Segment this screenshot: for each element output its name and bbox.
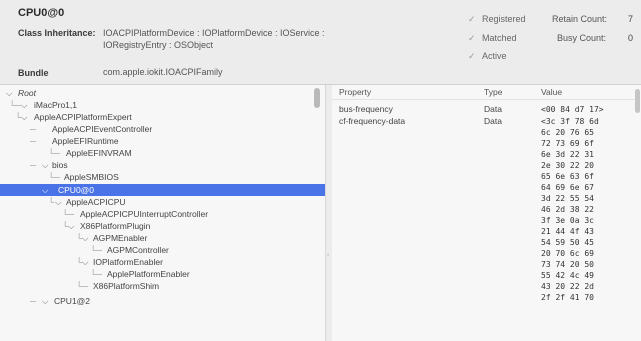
hex-line: 43 20 22 2d [541,282,594,291]
properties-scrollbar[interactable] [635,89,640,113]
page-title: CPU0@0 [18,7,65,19]
property-type: Data [484,116,502,126]
class-inheritance-value-2: IORegistryEntry : OSObject [103,40,214,50]
hex-line: 20 70 6c 69 [541,249,594,258]
property-type: Data [484,104,502,114]
disclosure-open-icon[interactable]: ⌵ [82,232,88,244]
status-matched: ✓ Matched [468,33,517,43]
hex-line: 6e 3d 22 31 [541,150,594,159]
column-header-property[interactable]: Property [339,87,371,97]
busy-count-label: Busy Count: [557,33,607,43]
busy-count-value: 0 [628,33,634,43]
tree-row[interactable]: └ ⌵ AGPMEnabler [0,232,325,244]
tree-row[interactable]: └ ⌵ X86PlatformPlugin [0,220,325,232]
status-registered: ✓ Registered [468,14,526,24]
disclosure-open-icon[interactable]: ⌵ [42,159,48,171]
tree-row-selected[interactable]: ⌵ CPU0@0 [0,184,325,196]
tree-row[interactable]: └─ X86PlatformShim [0,280,325,292]
column-header-type[interactable]: Type [484,87,502,97]
disclosure-open-icon[interactable]: ⌵ [21,99,27,111]
tree-row[interactable]: └ ⌵ IOPlatformEnabler [0,256,325,268]
retain-count-label: Retain Count: [552,14,608,24]
tree-row[interactable]: ─ AppleACPIEventController [0,123,325,135]
header-panel: CPU0@0 Class Inheritance: IOACPIPlatform… [0,0,641,85]
tree-row[interactable]: └─ AppleEFINVRAM [0,147,325,159]
hex-line: 72 73 69 6f [541,139,594,148]
property-name[interactable]: cf-frequency-data [339,116,405,126]
tree-row[interactable]: └ ⌵ AppleACPICPU [0,196,325,208]
tree-row[interactable]: └─ AppleSMBIOS [0,171,325,183]
status-active: ✓ Active [468,51,507,61]
class-inheritance-value-1: IOACPIPlatformDevice : IOPlatformDevice … [103,28,325,38]
header-divider [332,99,637,100]
disclosure-open-icon[interactable]: ⌵ [82,256,88,268]
tree-row[interactable]: ─ AppleEFIRuntime [0,135,325,147]
tree-row[interactable]: ─ ⌵ bios [0,159,325,171]
hex-line: 6c 20 76 65 [541,128,594,137]
hex-line: 46 2d 38 22 [541,205,594,214]
disclosure-open-icon[interactable]: ⌵ [6,87,12,99]
check-icon: ✓ [468,33,476,43]
resize-grip-icon: • [327,253,330,259]
hex-line: 65 6e 63 6f [541,172,594,181]
check-icon: ✓ [468,14,476,24]
tree-row[interactable]: └─ AppleACPICPUInterruptController [0,208,325,220]
tree-row[interactable]: └ ⌵ AppleACPIPlatformExpert [0,111,325,123]
tree-scrollbar[interactable] [314,88,320,108]
hex-line: 73 74 20 50 [541,260,594,269]
hex-line: 3f 3e 0a 3c [541,216,594,225]
hex-line: 54 59 50 45 [541,238,594,247]
check-icon: ✓ [468,51,476,61]
registry-tree[interactable]: ⌵ Root └─ ⌵ iMacPro1,1 └ ⌵ AppleACPIPlat… [0,85,325,341]
hex-line: 2e 30 22 20 [541,161,594,170]
tree-row[interactable]: └─ AGPMController [0,244,325,256]
disclosure-open-icon[interactable]: ⌵ [68,220,74,232]
bundle-value: com.apple.iokit.IOACPIFamily [103,67,223,77]
class-inheritance-label: Class Inheritance: [18,28,96,38]
tree-row-root[interactable]: ⌵ Root [0,87,325,99]
disclosure-open-icon[interactable]: ⌵ [42,184,48,196]
disclosure-open-icon[interactable]: ⌵ [55,196,61,208]
property-value[interactable]: <3c 3f 78 6d [541,116,599,127]
hex-line: 55 42 4c 49 [541,271,594,280]
hex-line: 64 69 6e 67 [541,183,594,192]
disclosure-open-icon[interactable]: ⌵ [21,111,27,123]
tree-row[interactable]: └─ ⌵ iMacPro1,1 [0,99,325,111]
tree-row[interactable]: └─ ApplePlatformEnabler [0,268,325,280]
property-value[interactable]: <00 84 d7 17> [541,104,604,115]
retain-count-value: 7 [628,14,634,24]
disclosure-open-icon[interactable]: ⌵ [42,295,48,307]
hex-line: 21 44 4f 43 [541,227,594,236]
hex-line: 2f 2f 41 70 [541,293,594,302]
property-name[interactable]: bus-frequency [339,104,393,114]
bundle-label: Bundle [18,68,49,78]
properties-table[interactable]: Property Type Value bus-frequency Data <… [332,85,641,341]
column-header-value[interactable]: Value [541,87,562,97]
tree-row[interactable]: ─ ⌵ CPU1@2 [0,295,325,307]
hex-line: 3d 22 55 54 [541,194,594,203]
